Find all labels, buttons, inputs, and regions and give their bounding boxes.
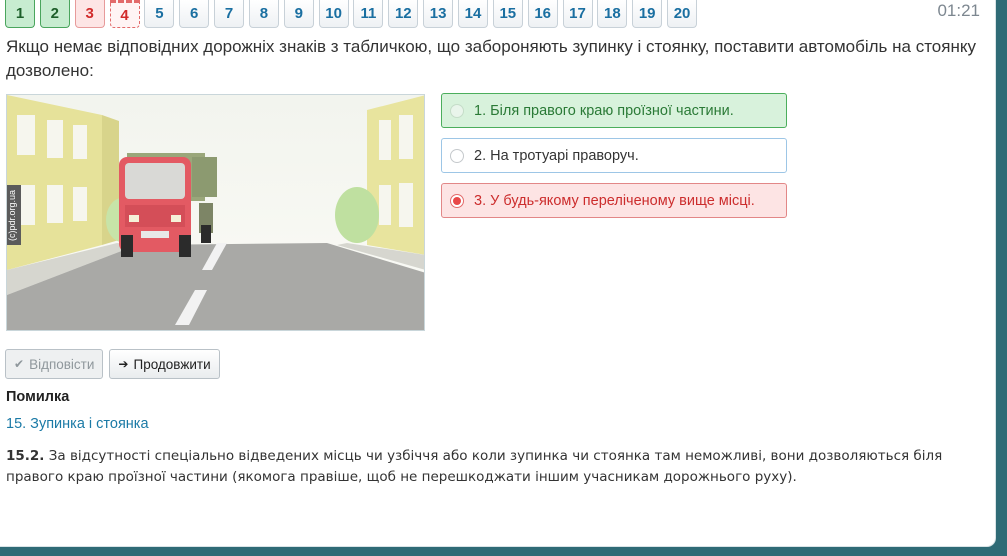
image-watermark: (с)pdr.org.ua	[7, 185, 21, 245]
continue-button-label: Продовжити	[133, 356, 211, 372]
question-nav-button[interactable]: 2	[39, 0, 70, 28]
question-nav-button[interactable]: 4	[109, 0, 140, 28]
question-nav-button[interactable]: 3	[74, 0, 105, 28]
question-text: Якщо немає відповідних дорожніх знаків з…	[6, 37, 976, 80]
question-nav-button[interactable]: 19	[632, 0, 663, 28]
question-nav-button[interactable]: 8	[248, 0, 279, 28]
answer-option[interactable]: 3. У будь-якому переліченому вище місці.	[441, 183, 787, 218]
radio-icon	[450, 193, 464, 208]
question-nav-button[interactable]: 9	[283, 0, 314, 28]
answer-label: 1. Біля правого краю проїзної частини.	[474, 102, 734, 119]
result-title: Помилка	[6, 389, 70, 405]
answer-button[interactable]: ✔ Відповісти	[5, 349, 104, 379]
question-image: (с)pdr.org.ua	[6, 94, 425, 331]
arrow-right-icon: ➔	[118, 357, 129, 371]
timer: 01:21	[937, 1, 980, 20]
radio-icon	[450, 103, 464, 118]
answer-option[interactable]: 2. На тротуарі праворуч.	[441, 138, 787, 173]
rule-number: 15.2.	[6, 448, 45, 464]
quiz-panel: 1 2 3 4 5 6 7 8 9 10 11 12 13 14 15 16 17 18 19 20 01:21 Як…	[0, 0, 995, 546]
topic-link[interactable]: 15. Зупинка і стоянка	[6, 416, 149, 432]
check-icon: ✔	[14, 357, 25, 371]
question-nav-button[interactable]: 20	[667, 0, 698, 28]
question-nav-button[interactable]: 1	[5, 0, 35, 28]
question-nav-button[interactable]: 12	[388, 0, 419, 28]
answer-button-label: Відповісти	[29, 356, 95, 372]
continue-button[interactable]: ➔ Продовжити	[109, 349, 220, 379]
answer-option[interactable]: 1. Біля правого краю проїзної частини.	[441, 93, 787, 128]
question-nav-button[interactable]: 16	[527, 0, 558, 28]
question-nav-button[interactable]: 11	[353, 0, 384, 28]
question-navigation: 1 2 3 4 5 6 7 8 9 10 11 12 13 14 15 16 17 18 19 20	[5, 0, 702, 28]
radio-icon	[450, 148, 464, 163]
question-nav-button[interactable]: 17	[562, 0, 593, 28]
question-nav-button[interactable]: 7	[214, 0, 245, 28]
question-nav-button[interactable]: 10	[318, 0, 349, 28]
rule-text: За відсутності спеціально відведених міс…	[6, 448, 943, 485]
action-buttons: ✔ Відповісти ➔ Продовжити	[5, 349, 220, 379]
rule-explanation: 15.2. За відсутності спеціально відведен…	[6, 446, 981, 488]
answer-label: 3. У будь-якому переліченому вище місці.	[474, 192, 755, 209]
question-nav-button[interactable]: 18	[597, 0, 628, 28]
question-nav-button[interactable]: 6	[179, 0, 210, 28]
question-nav-button[interactable]: 14	[457, 0, 488, 28]
question-nav-button[interactable]: 13	[423, 0, 454, 28]
question-nav-button[interactable]: 5	[144, 0, 175, 28]
question-nav-button[interactable]: 15	[492, 0, 523, 28]
answer-label: 2. На тротуарі праворуч.	[474, 147, 639, 164]
answer-list: 1. Біля правого краю проїзної частини. 2.…	[441, 93, 787, 228]
